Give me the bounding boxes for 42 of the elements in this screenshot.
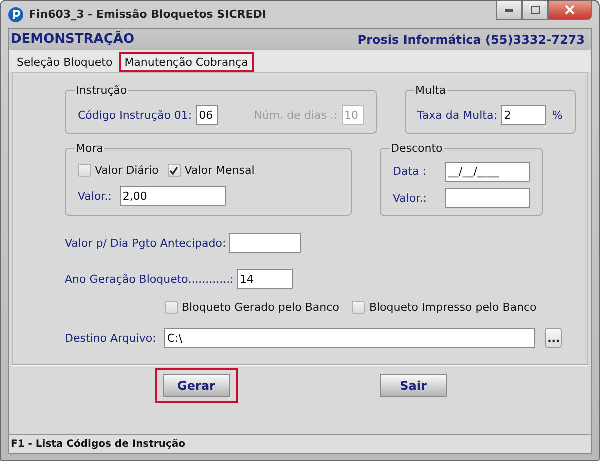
group-title: Multa — [414, 84, 448, 97]
window-title: Fin603_3 - Emissão Bloquetos SICREDI — [29, 8, 266, 21]
action-button[interactable]: Gerar — [155, 368, 238, 403]
browse-button[interactable]: ... — [545, 328, 562, 348]
input-field[interactable]: 14 — [236, 269, 293, 289]
unit-label: % — [552, 108, 563, 122]
minimize-button[interactable] — [496, 1, 522, 20]
app-logo-icon — [8, 6, 24, 22]
date-field[interactable]: __/__/____ — [445, 162, 530, 182]
input-field[interactable]: 2 — [501, 105, 546, 125]
checkbox[interactable]: Valor Diário — [78, 164, 159, 177]
field-label: Destino Arquivo: — [65, 332, 156, 344]
input-field[interactable]: 06 — [196, 105, 218, 125]
field-label: Taxa da Multa: — [418, 108, 498, 122]
input-field[interactable] — [229, 233, 302, 253]
maximize-button[interactable] — [522, 1, 548, 20]
input-field[interactable]: 2,00 — [120, 186, 226, 206]
field-label: Data : — [393, 165, 426, 178]
status-text: F1 - Lista Códigos de Instrução — [11, 438, 186, 450]
maximize-icon — [530, 6, 540, 14]
field-label: Código Instrução 01: — [78, 108, 192, 122]
company-name: DEMONSTRAÇÃO — [11, 32, 134, 47]
field-label: Valor.: — [78, 190, 112, 202]
minimize-icon — [505, 8, 513, 12]
checkbox[interactable]: Bloqueto Gerado pelo Banco — [165, 301, 340, 314]
tab[interactable]: Seleção Bloqueto — [11, 52, 119, 72]
field-label: Núm. de dias .: — [254, 108, 338, 122]
close-icon — [565, 5, 575, 15]
input-field[interactable] — [445, 188, 530, 208]
group-title: Desconto — [390, 142, 444, 155]
checkbox[interactable]: Bloqueto Impresso pelo Banco — [352, 301, 537, 314]
group-title: Instrução — [75, 84, 128, 97]
path-field[interactable]: C:\ — [164, 328, 536, 348]
field-label: Valor p/ Dia Pgto Antecipado: — [65, 236, 226, 250]
group-title: Mora — [75, 142, 104, 155]
check-icon — [169, 166, 180, 176]
checkbox[interactable]: Valor Mensal — [168, 164, 255, 177]
field-label: Ano Geração Bloqueto............: — [65, 272, 234, 286]
tab[interactable]: Manutenção Cobrança — [118, 52, 254, 72]
vendor-info: Prosis Informática (55)3332-7273 — [358, 32, 585, 46]
field-label: Valor.: — [393, 192, 427, 205]
close-button[interactable] — [548, 1, 592, 20]
